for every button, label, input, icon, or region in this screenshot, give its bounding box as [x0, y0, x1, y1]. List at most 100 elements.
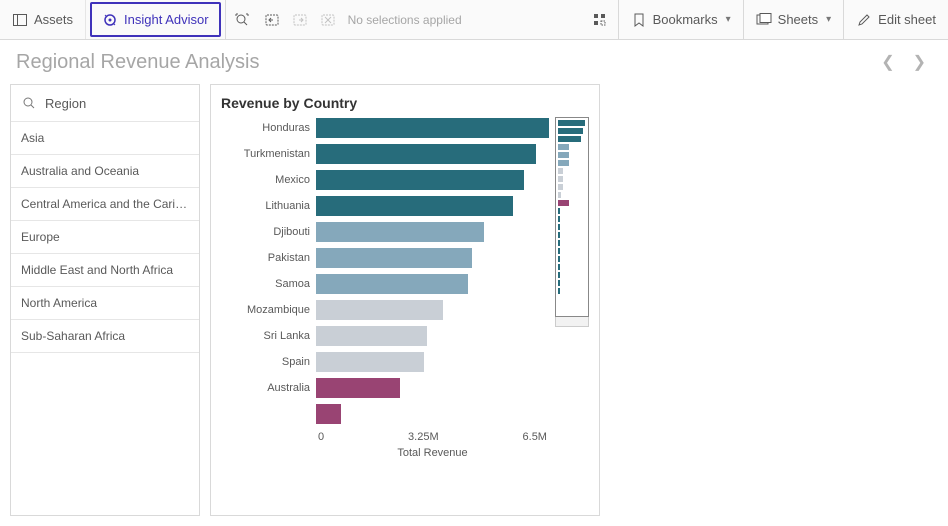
- bar-fill: [316, 404, 341, 424]
- assets-button[interactable]: Assets: [0, 0, 86, 39]
- selections-back-button[interactable]: [258, 0, 286, 39]
- bar-label: Mozambique: [221, 304, 316, 316]
- minimap-bar: [558, 192, 561, 198]
- selections-grid-icon: [592, 12, 608, 28]
- bar-fill: [316, 144, 536, 164]
- bar-row[interactable]: Sri Lanka: [221, 325, 549, 347]
- axis-tick: 3.25M: [408, 431, 439, 443]
- filter-list-item[interactable]: Sub-Saharan Africa: [11, 320, 199, 353]
- bar-row[interactable]: Australia: [221, 377, 549, 399]
- minimap-bar: [558, 232, 560, 238]
- top-toolbar: Assets Insight Advisor No selections app…: [0, 0, 948, 40]
- bookmark-icon: [631, 12, 647, 28]
- bar-label: Djibouti: [221, 226, 316, 238]
- region-search-label: Region: [45, 96, 86, 111]
- bar-fill: [316, 274, 468, 294]
- prev-sheet-button[interactable]: ❮: [881, 52, 894, 72]
- x-axis-ticks: 0 3.25M 6.5M: [221, 431, 549, 443]
- bookmarks-label: Bookmarks: [653, 12, 718, 27]
- chart-title: Revenue by Country: [221, 95, 589, 111]
- minimap-bar: [558, 264, 560, 270]
- minimap-bar: [558, 240, 560, 246]
- smart-search-button[interactable]: [226, 0, 258, 39]
- minimap-bar: [558, 152, 569, 158]
- minimap-bar: [558, 184, 563, 190]
- minimap-bar: [558, 168, 563, 174]
- filter-list-item[interactable]: Central America and the Cari…: [11, 188, 199, 221]
- bar-label: Mexico: [221, 174, 316, 186]
- minimap-bar: [558, 128, 583, 134]
- chart-minimap[interactable]: [555, 117, 589, 327]
- minimap-bar: [558, 248, 560, 254]
- filter-list-item[interactable]: Asia: [11, 122, 199, 155]
- bar-label: Lithuania: [221, 200, 316, 212]
- bar-fill: [316, 222, 484, 242]
- chart-card[interactable]: Revenue by Country Honduras Turkmenistan M…: [210, 84, 600, 516]
- chevron-down-icon: ▾: [826, 14, 831, 25]
- filter-list-item[interactable]: North America: [11, 287, 199, 320]
- x-axis-label: Total Revenue: [316, 447, 549, 459]
- minimap-bar: [558, 272, 560, 278]
- bookmarks-button[interactable]: Bookmarks ▾: [619, 0, 743, 39]
- sheets-label: Sheets: [778, 12, 818, 27]
- minimap-bar: [558, 288, 560, 294]
- minimap-bar: [558, 120, 585, 126]
- bar-row[interactable]: Spain: [221, 351, 549, 373]
- clear-selections-button[interactable]: [314, 0, 342, 39]
- bar-row[interactable]: Mozambique: [221, 299, 549, 321]
- filter-list-item[interactable]: Australia and Oceania: [11, 155, 199, 188]
- search-icon: [21, 95, 37, 111]
- selection-back-icon: [264, 12, 280, 28]
- edit-sheet-button[interactable]: Edit sheet: [844, 0, 948, 39]
- bar-row[interactable]: Samoa: [221, 273, 549, 295]
- minimap-bar: [558, 144, 569, 150]
- bar-fill: [316, 170, 524, 190]
- minimap-bar: [558, 160, 569, 166]
- axis-tick: 0: [318, 431, 324, 443]
- bar-fill: [316, 248, 472, 268]
- clear-selections-icon: [320, 12, 336, 28]
- insight-icon: [102, 12, 118, 28]
- selections-forward-button[interactable]: [286, 0, 314, 39]
- minimap-bar: [558, 136, 581, 142]
- bar-label: Pakistan: [221, 252, 316, 264]
- minimap-bar: [558, 208, 560, 214]
- chart-bars: Honduras Turkmenistan Mexico Lithuania Djibo…: [221, 117, 549, 425]
- bar-fill: [316, 300, 443, 320]
- minimap-bar: [558, 280, 560, 286]
- filter-list-item[interactable]: Europe: [11, 221, 199, 254]
- bar-row[interactable]: Mexico: [221, 169, 549, 191]
- bar-fill: [316, 118, 549, 138]
- bar-fill: [316, 378, 400, 398]
- sheets-button[interactable]: Sheets ▾: [744, 0, 844, 39]
- minimap-bar: [558, 224, 560, 230]
- minimap-bar: [558, 176, 563, 182]
- bar-label: Spain: [221, 356, 316, 368]
- bar-fill: [316, 196, 513, 216]
- insight-advisor-button[interactable]: Insight Advisor: [90, 2, 221, 37]
- axis-tick: 6.5M: [523, 431, 547, 443]
- bar-row[interactable]: Lithuania: [221, 195, 549, 217]
- bar-label: Turkmenistan: [221, 148, 316, 160]
- pencil-icon: [856, 12, 872, 28]
- minimap-bar: [558, 256, 560, 262]
- bar-label: Samoa: [221, 278, 316, 290]
- filter-list-item[interactable]: Middle East and North Africa: [11, 254, 199, 287]
- assets-label: Assets: [34, 12, 73, 27]
- bar-label: Australia: [221, 382, 316, 394]
- bar-label: Honduras: [221, 122, 316, 134]
- title-row: Regional Revenue Analysis ❮ ❯: [0, 40, 948, 84]
- region-search[interactable]: Region: [11, 85, 199, 122]
- bar-row[interactable]: Turkmenistan: [221, 143, 549, 165]
- bar-row[interactable]: Djibouti: [221, 221, 549, 243]
- bar-row[interactable]: Pakistan: [221, 247, 549, 269]
- smart-search-icon: [234, 12, 250, 28]
- selections-tool-button[interactable]: [582, 0, 618, 39]
- next-sheet-button[interactable]: ❯: [913, 52, 926, 72]
- selections-status-text: No selections applied: [342, 0, 462, 39]
- bar-row[interactable]: [221, 403, 549, 425]
- minimap-bar: [558, 216, 560, 222]
- bar-fill: [316, 352, 424, 372]
- selection-forward-icon: [292, 12, 308, 28]
- bar-row[interactable]: Honduras: [221, 117, 549, 139]
